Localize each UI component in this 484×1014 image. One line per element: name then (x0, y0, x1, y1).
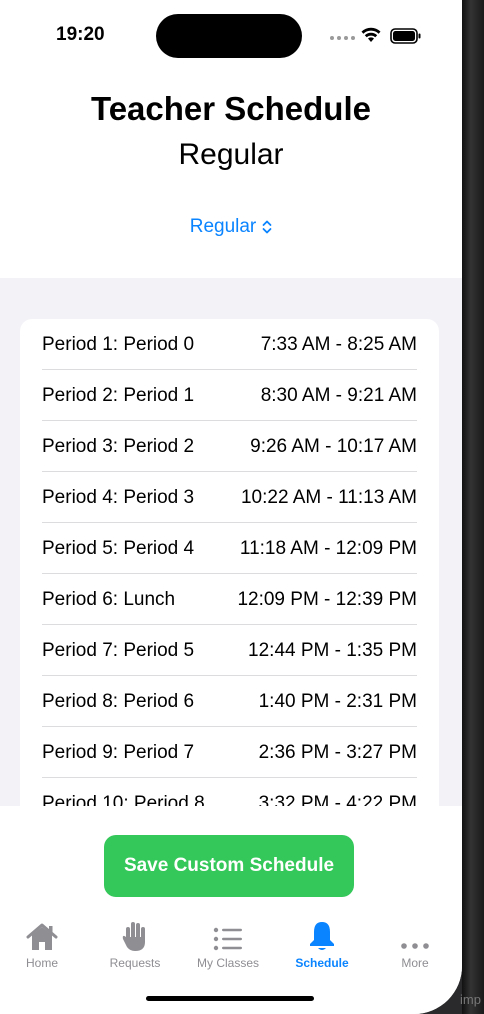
list-item[interactable]: Period 8: Period 6 1:40 PM - 2:31 PM (42, 676, 417, 727)
tab-label: Home (25, 956, 58, 970)
tab-label: Schedule (295, 956, 349, 970)
list-item[interactable]: Period 2: Period 1 8:30 AM - 9:21 AM (42, 370, 417, 421)
period-name: Period 7: Period 5 (42, 639, 195, 661)
battery-icon (390, 28, 421, 44)
list-item[interactable]: Period 1: Period 0 7:33 AM - 8:25 AM (42, 319, 417, 370)
device-bezel (462, 0, 484, 1014)
period-name: Period 9: Period 7 (42, 741, 195, 763)
wifi-icon (361, 27, 381, 42)
tab-bar: Home Requests My Classes Schedule More (0, 918, 462, 978)
tab-more[interactable]: More (369, 918, 461, 970)
tab-label: My Classes (196, 956, 259, 970)
tab-my-classes[interactable]: My Classes (182, 918, 274, 970)
list-item[interactable]: Period 10: Period 8 3:32 PM - 4:22 PM (42, 778, 417, 807)
schedule-picker[interactable]: Regular (0, 216, 462, 238)
schedule-list[interactable]: Period 1: Period 0 7:33 AM - 8:25 AM Per… (20, 319, 439, 806)
bell-icon (310, 922, 334, 950)
schedule-picker-value: Regular (189, 216, 257, 237)
tab-requests[interactable]: Requests (89, 918, 181, 970)
list-item[interactable]: Period 7: Period 5 12:44 PM - 1:35 PM (42, 625, 417, 676)
period-time: 10:22 AM - 11:13 AM (240, 486, 417, 508)
period-time: 11:18 AM - 12:09 PM (239, 537, 417, 559)
period-name: Period 1: Period 0 (42, 333, 195, 355)
period-time: 12:09 PM - 12:39 PM (237, 588, 417, 610)
period-name: Period 10: Period 8 (42, 792, 205, 807)
period-name: Period 3: Period 2 (42, 435, 195, 457)
phone-screen: 19:20 Teacher Schedule Regular Regular P… (0, 0, 462, 1014)
list-item[interactable]: Period 5: Period 4 11:18 AM - 12:09 PM (42, 523, 417, 574)
list-icon (213, 927, 242, 951)
save-custom-schedule-button[interactable]: Save Custom Schedule (104, 835, 354, 897)
home-indicator (146, 996, 314, 1001)
background-window-text: imp (460, 992, 481, 1007)
tab-label: More (401, 956, 429, 970)
period-name: Period 2: Period 1 (42, 384, 195, 406)
cellular-signal-icon (330, 36, 355, 40)
raised-hand-icon (122, 922, 145, 951)
period-time: 1:40 PM - 2:31 PM (258, 690, 417, 712)
house-icon (26, 923, 58, 950)
period-time: 8:30 AM - 9:21 AM (260, 384, 417, 406)
tab-schedule[interactable]: Schedule (276, 918, 368, 970)
status-time: 19:20 (56, 24, 105, 45)
period-time: 3:32 PM - 4:22 PM (258, 792, 417, 807)
dynamic-island (156, 14, 302, 58)
list-item[interactable]: Period 3: Period 2 9:26 AM - 10:17 AM (42, 421, 417, 472)
period-name: Period 6: Lunch (42, 588, 176, 610)
list-item[interactable]: Period 6: Lunch 12:09 PM - 12:39 PM (42, 574, 417, 625)
tab-label: Requests (109, 956, 161, 970)
list-item[interactable]: Period 9: Period 7 2:36 PM - 3:27 PM (42, 727, 417, 778)
period-time: 7:33 AM - 8:25 AM (260, 333, 417, 355)
schedule-type-subtitle: Regular (178, 138, 284, 171)
tab-home[interactable]: Home (0, 918, 88, 970)
period-time: 9:26 AM - 10:17 AM (250, 435, 417, 457)
list-item[interactable]: Period 4: Period 3 10:22 AM - 11:13 AM (42, 472, 417, 523)
period-time: 12:44 PM - 1:35 PM (248, 639, 417, 661)
period-name: Period 4: Period 3 (42, 486, 195, 508)
period-time: 2:36 PM - 3:27 PM (258, 741, 417, 763)
period-name: Period 8: Period 6 (42, 690, 195, 712)
period-name: Period 5: Period 4 (42, 537, 195, 559)
page-title: Teacher Schedule (90, 90, 371, 127)
ellipsis-icon (401, 943, 429, 949)
chevron-up-down-icon (262, 220, 272, 234)
